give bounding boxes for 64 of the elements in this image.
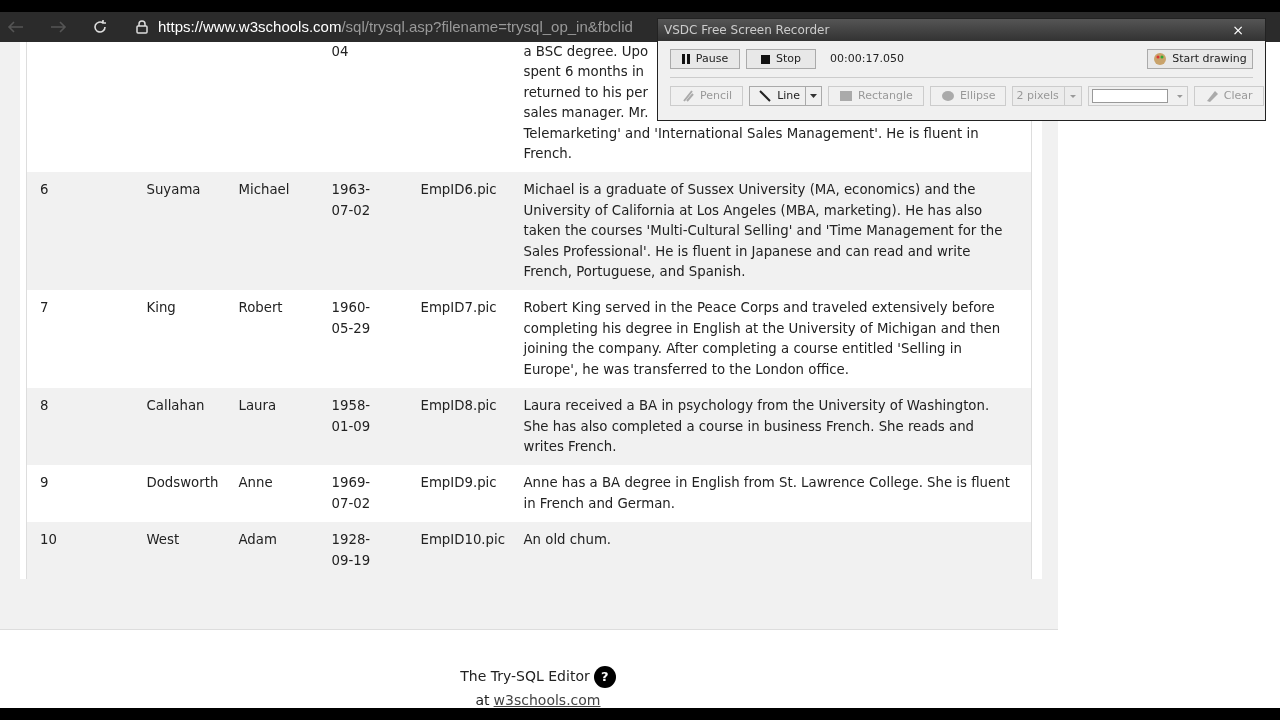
pencil-icon — [681, 89, 695, 103]
tool-button[interactable]: Line — [749, 86, 823, 106]
eraser-icon — [1204, 89, 1219, 103]
window-title: VSDC Free Screen Recorder — [664, 22, 830, 39]
table-cell: 1960-05-29 — [331, 300, 371, 336]
url-text[interactable]: https://www.w3schools.com/sql/trysql.asp?filename=trysql_op_in&fbclid — [158, 15, 633, 39]
table-cell-line: a BSC degree. Upo — [523, 43, 649, 61]
table-cell: Suyama — [146, 182, 201, 198]
table-cell: An old chum. — [523, 532, 612, 548]
stop-button[interactable]: Stop — [746, 49, 816, 69]
pause-button[interactable]: Pause — [670, 49, 740, 69]
w3schools-link[interactable]: w3schools.com — [493, 689, 601, 711]
rectangle-icon — [839, 90, 854, 102]
table-cell: 7 — [40, 300, 49, 316]
stop-icon — [761, 54, 770, 64]
table-cell: EmpID9.pic — [420, 475, 497, 491]
pause-icon — [681, 54, 690, 64]
table-cell: 9 — [40, 475, 49, 491]
table-cell: EmpID6.pic — [420, 182, 497, 198]
line-icon — [758, 89, 773, 103]
table-cell-line: Telemarketing' and 'International Sales Management'. He is fluent in — [523, 124, 979, 143]
start-drawing-button[interactable]: Start drawing — [1147, 49, 1253, 69]
table-cell: Michael — [238, 182, 290, 198]
table-cell: 1928-09-19 — [331, 532, 371, 568]
table-cell: Callahan — [146, 398, 205, 414]
table-cell: Adam — [238, 532, 277, 548]
table-cell: 1963-07-02 — [331, 182, 371, 218]
table-cell-line: spent 6 months in — [523, 63, 645, 82]
caret-icon — [1177, 94, 1183, 98]
elapsed-time: 00:00:17.050 — [830, 50, 904, 67]
table-cell: Michael is a graduate of Sussex University (MA, economics) and the University of California at Los Angeles (MBA, marketing). He has also taken the courses 'Multi-Cultural Selling' and 'Time Management for the Sales Professional'. He is fluent in Japanese and can read and write French, Portuguese, and Spanish. — [523, 182, 1003, 280]
table-cell-line: sales manager. Mr. — [523, 104, 649, 123]
forward-icon[interactable] — [50, 20, 68, 34]
table-cell: 04 — [331, 44, 349, 59]
table-cell: Robert King served in the Peace Corps and traveled extensively before completing his degree in English at the University of Michigan and then joining the company. After completing a course entitled 'Selling in Europe', he was transferred to the London office. — [523, 300, 1001, 377]
table-cell: 1958-01-09 — [331, 398, 371, 434]
back-icon[interactable] — [6, 20, 24, 34]
palette-icon — [1153, 52, 1168, 66]
footer-title: The Try-SQL Editor — [460, 667, 590, 687]
table-cell-line: returned to his per — [523, 83, 648, 102]
close-button[interactable]: × — [1217, 22, 1259, 38]
reload-icon[interactable] — [92, 19, 108, 35]
table-cell: EmpID10.pic — [420, 532, 506, 548]
table-cell: 6 — [40, 182, 49, 198]
table-cell: Laura received a BA in psychology from the University of Washington. She has also completed a course in business French. She reads and writes French. — [523, 398, 990, 454]
table-cell: 1969-07-02 — [331, 475, 371, 511]
table-cell: 10 — [40, 532, 57, 548]
table-cell: Anne — [238, 475, 273, 491]
lock-icon — [136, 20, 148, 34]
help-icon[interactable]: ? — [593, 665, 616, 688]
ellipse-icon — [940, 90, 955, 102]
table-cell: Dodsworth — [146, 475, 219, 491]
table-cell: Anne has a BA degree in English from St. Lawrence College. She is fluent in French and German. — [523, 475, 1010, 511]
caret-icon — [1069, 94, 1076, 98]
table-cell: 8 — [40, 398, 49, 414]
footer-text: at — [475, 690, 490, 710]
caret-icon — [810, 94, 818, 98]
table-cell: King — [146, 300, 176, 316]
table-cell-line: French. — [523, 145, 572, 164]
table-cell: West — [146, 532, 180, 548]
table-cell: EmpID7.pic — [420, 300, 497, 316]
table-cell: Robert — [238, 300, 283, 316]
table-cell: Laura — [238, 398, 277, 414]
table-cell: EmpID8.pic — [420, 398, 497, 414]
